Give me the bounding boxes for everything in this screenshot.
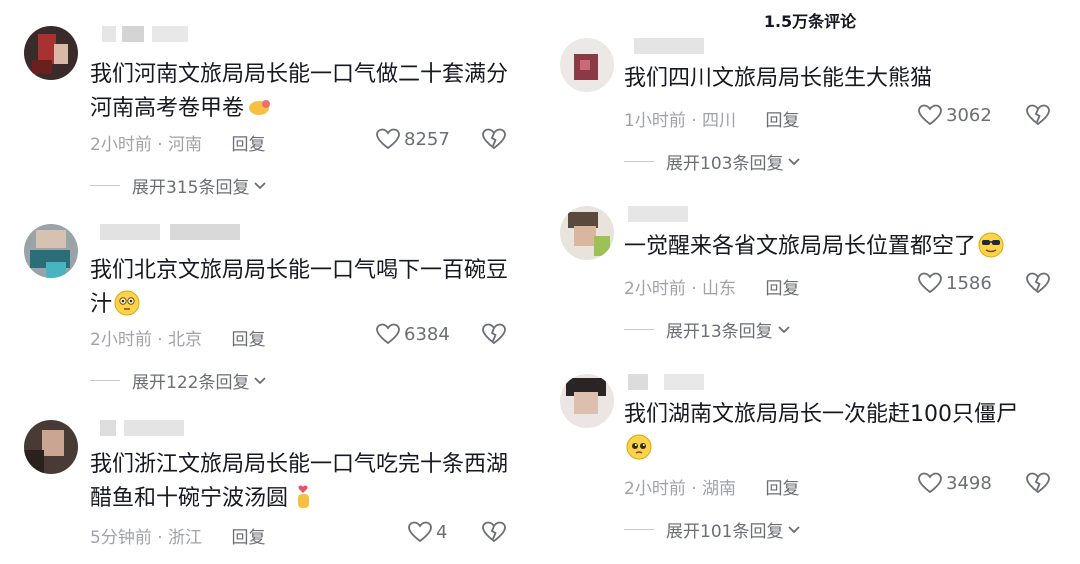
chevron-down-icon <box>254 376 267 384</box>
like-count: 8257 <box>404 128 450 150</box>
comment-text: 我们四川文旅局局长能生大熊猫 <box>624 66 933 91</box>
expand-replies-button[interactable]: 展开315条回复 <box>90 173 267 198</box>
like-count: 4 <box>436 521 448 543</box>
comment-meta: 1小时前 · 四川 回复 <box>624 111 800 131</box>
like-count: 3498 <box>946 472 992 494</box>
like-button[interactable]: 4 <box>408 521 447 543</box>
reply-button[interactable]: 回复 <box>765 479 799 499</box>
like-count: 3062 <box>946 104 992 126</box>
flushed-face-icon <box>114 290 140 316</box>
reply-button[interactable]: 回复 <box>765 279 799 299</box>
heart-icon <box>918 272 942 294</box>
avatar[interactable] <box>560 374 614 428</box>
broken-heart-icon[interactable] <box>482 323 506 345</box>
reply-button[interactable]: 回复 <box>231 135 265 155</box>
expand-replies-button[interactable]: 展开101条回复 <box>624 517 801 542</box>
comment-text: 我们湖南文旅局局长一次能赶100只僵尸 <box>624 398 1044 466</box>
reply-button[interactable]: 回复 <box>231 330 265 350</box>
avatar[interactable] <box>24 26 78 80</box>
comment-text: 我们北京文旅局局长能一口气喝下一百碗豆汁 <box>90 258 509 317</box>
comment-meta: 2小时前 · 河南 回复 <box>90 135 266 155</box>
comment-meta: 2小时前 · 山东 回复 <box>624 279 800 299</box>
column-divider <box>532 0 538 564</box>
broken-heart-icon[interactable] <box>482 521 506 543</box>
like-button[interactable]: 8257 <box>376 128 450 150</box>
like-button[interactable]: 1586 <box>918 272 992 294</box>
like-button[interactable]: 6384 <box>376 323 450 345</box>
expand-replies-button[interactable]: 展开13条回复 <box>624 317 791 342</box>
sunglasses-face-icon <box>978 232 1004 258</box>
finger-heart-icon <box>298 485 310 508</box>
comment-column-right: 1.5万条评论 我们四川文旅局局长能生大熊猫 1小时前 · 四川 回复 3062… <box>540 0 1080 564</box>
comment-meta: 2小时前 · 湖南 回复 <box>624 479 800 499</box>
heart-icon <box>376 128 400 150</box>
chevron-down-icon <box>788 525 801 533</box>
chevron-down-icon <box>254 181 267 189</box>
avatar[interactable] <box>24 420 78 474</box>
comment-meta: 2小时前 · 北京 回复 <box>90 330 266 350</box>
heart-icon <box>918 104 942 126</box>
chevron-down-icon <box>778 325 790 333</box>
expand-replies-button[interactable]: 展开103条回复 <box>624 149 801 174</box>
heart-icon <box>376 323 400 345</box>
like-button[interactable]: 3498 <box>918 472 992 494</box>
heart-icon <box>918 472 942 494</box>
reply-button[interactable]: 回复 <box>765 111 799 131</box>
broken-heart-icon[interactable] <box>482 128 506 150</box>
pleading-face-icon <box>626 434 652 460</box>
like-count: 6384 <box>404 323 450 345</box>
comment-column-left: 我们河南文旅局局长能一口气做二十套满分河南高考卷甲卷 2小时前 · 河南 回复 … <box>0 0 530 564</box>
like-count: 1586 <box>946 272 992 294</box>
avatar[interactable] <box>560 38 614 92</box>
comment-text: 我们浙江文旅局局长能一口气吃完十条西湖醋鱼和十碗宁波汤圆 <box>90 452 509 511</box>
broken-heart-icon[interactable] <box>1026 104 1050 126</box>
avatar[interactable] <box>560 206 614 260</box>
comment-count-title: 1.5万条评论 <box>763 12 857 31</box>
comment-meta: 5分钟前 · 浙江 回复 <box>90 528 266 548</box>
broken-heart-icon[interactable] <box>1026 472 1050 494</box>
expand-replies-button[interactable]: 展开122条回复 <box>90 368 267 393</box>
flexed-arm-icon <box>249 100 271 115</box>
like-button[interactable]: 3062 <box>918 104 992 126</box>
heart-icon <box>408 521 432 543</box>
comment-text: 我们河南文旅局局长能一口气做二十套满分河南高考卷甲卷 <box>90 62 509 121</box>
broken-heart-icon[interactable] <box>1026 272 1050 294</box>
comment-text: 一觉醒来各省文旅局局长位置都空了 <box>624 230 1044 264</box>
chevron-down-icon <box>788 157 801 165</box>
reply-button[interactable]: 回复 <box>231 528 265 548</box>
avatar[interactable] <box>24 224 78 278</box>
